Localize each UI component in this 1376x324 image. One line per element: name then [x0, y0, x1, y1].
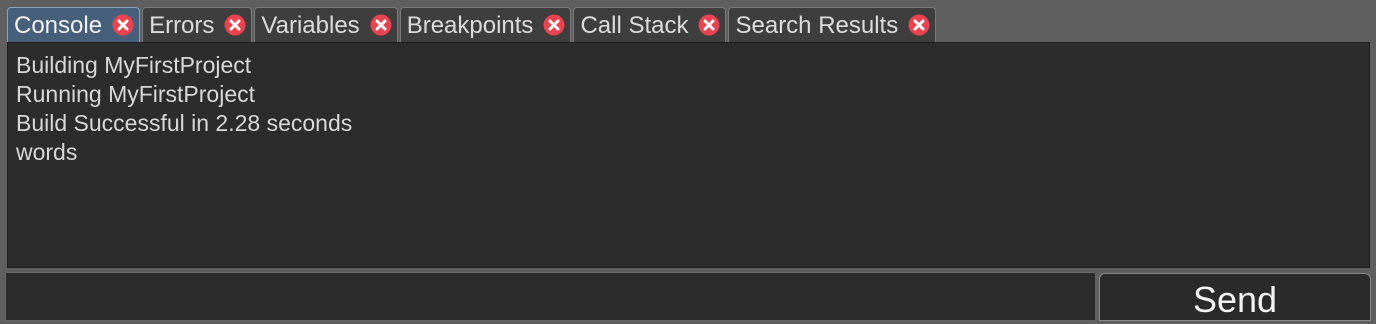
send-button[interactable]: Send [1099, 273, 1371, 321]
close-icon[interactable] [542, 13, 566, 37]
console-line: Running MyFirstProject [16, 81, 256, 107]
console-line: Build Successful in 2.28 seconds [16, 110, 353, 136]
tab-label: Search Results [735, 11, 899, 39]
console-line: Building MyFirstProject [16, 52, 252, 78]
tab-bar: Console Errors Variables Breakpoints Cal… [7, 6, 1370, 42]
tab-search-results[interactable]: Search Results [728, 7, 937, 42]
close-icon[interactable] [111, 13, 135, 37]
tab-variables[interactable]: Variables [254, 7, 398, 42]
close-icon[interactable] [223, 13, 247, 37]
tab-call-stack[interactable]: Call Stack [573, 7, 727, 42]
close-icon[interactable] [907, 13, 931, 37]
command-bar: Send [5, 272, 1371, 321]
tab-console[interactable]: Console [7, 7, 141, 42]
tab-breakpoints[interactable]: Breakpoints [399, 7, 572, 42]
console-output[interactable]: Building MyFirstProject Running MyFirstP… [7, 42, 1370, 268]
command-input[interactable] [5, 272, 1095, 321]
tab-label: Variables [261, 11, 360, 39]
tab-label: Call Stack [580, 11, 689, 39]
close-icon[interactable] [697, 13, 721, 37]
tab-label: Console [14, 11, 103, 39]
console-line: words [16, 139, 78, 165]
tab-label: Errors [149, 11, 215, 39]
tab-errors[interactable]: Errors [142, 7, 253, 42]
close-icon[interactable] [369, 13, 393, 37]
tab-label: Breakpoints [406, 11, 534, 39]
